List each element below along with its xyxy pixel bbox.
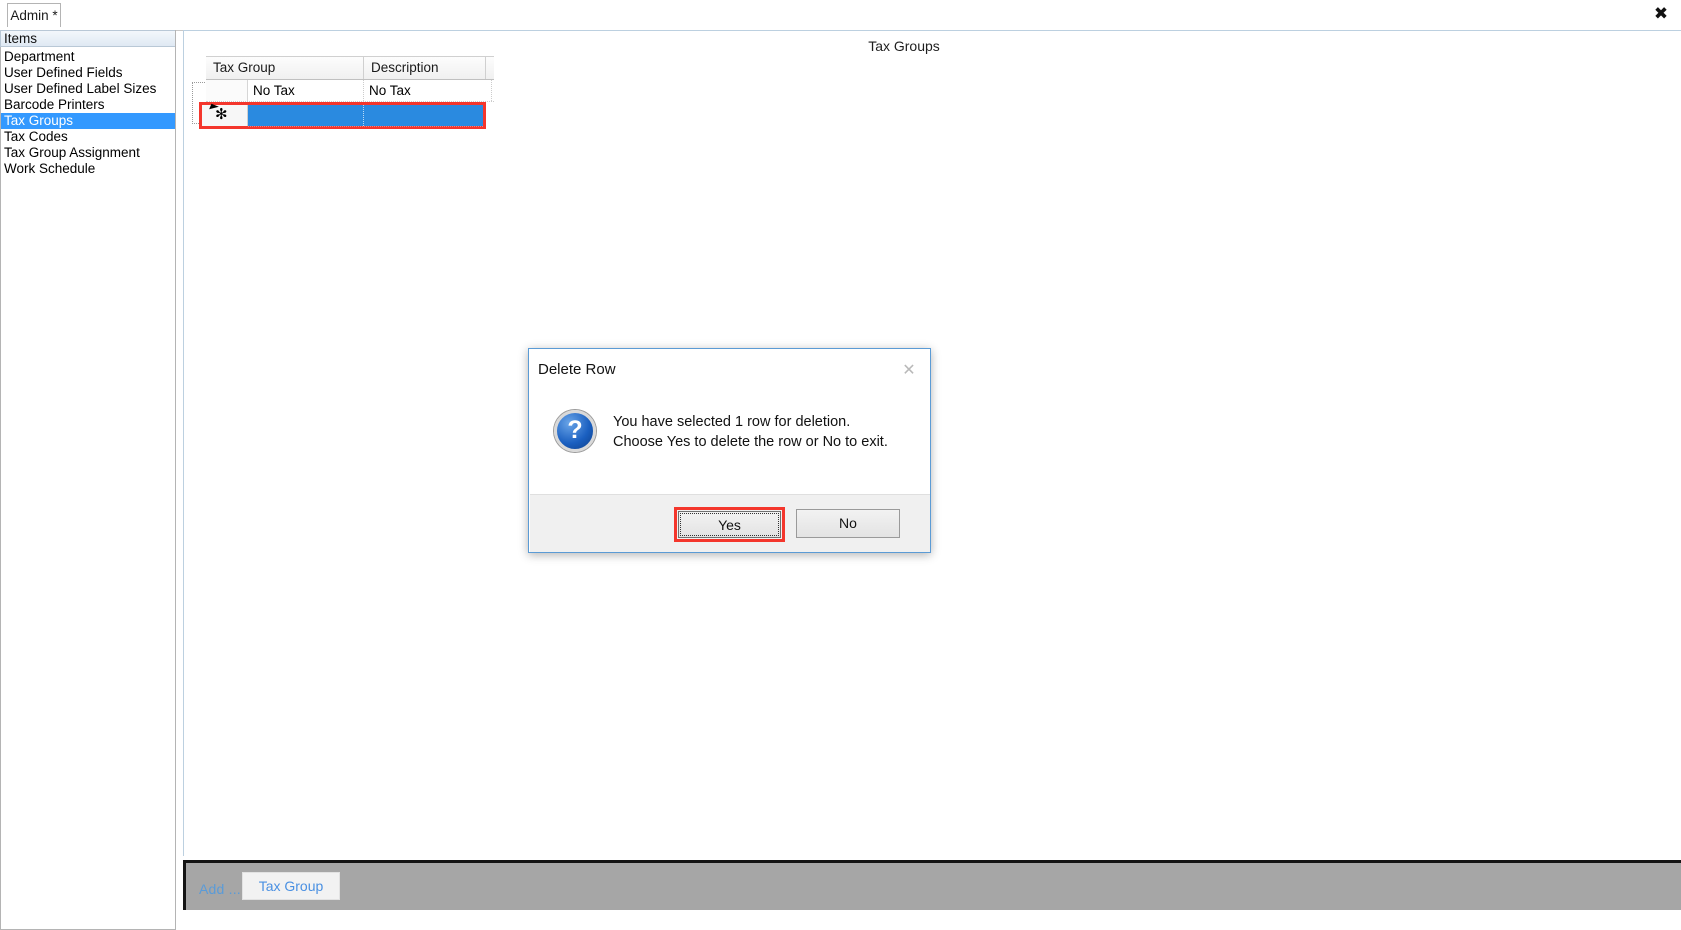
add-label[interactable]: Add ...	[199, 881, 241, 897]
cell-tax-group[interactable]: No Tax	[248, 80, 364, 101]
grid-column-header-description[interactable]: Description	[364, 57, 486, 79]
dialog-message-line-2: Choose Yes to delete the row or No to ex…	[613, 434, 888, 450]
table-row[interactable]: No Tax No Tax	[206, 80, 494, 102]
close-icon[interactable]: ✖	[1650, 3, 1672, 25]
delete-row-dialog: Delete Row ✕ ? You have selected 1 row f…	[528, 348, 931, 553]
sidebar-item-user-defined-label-sizes[interactable]: User Defined Label Sizes	[1, 81, 175, 97]
window-tab-strip: Admin * ✖	[0, 0, 1681, 31]
sidebar-header-label: Items	[0, 30, 176, 47]
tax-groups-grid: Tax Group Description No Tax No Tax	[206, 56, 494, 102]
yes-button[interactable]: Yes	[678, 511, 781, 538]
new-cell-tax-group[interactable]	[248, 105, 364, 126]
grid-header-row: Tax Group Description	[206, 56, 494, 80]
dialog-message-line-1: You have selected 1 row for deletion.	[613, 414, 851, 430]
yes-button-highlight: Yes	[674, 507, 785, 542]
dialog-title: Delete Row	[538, 361, 616, 378]
dialog-close-icon[interactable]: ✕	[900, 361, 918, 379]
sidebar-divider	[175, 30, 176, 910]
no-button[interactable]: No	[796, 509, 900, 538]
sidebar-item-tax-group-assignment[interactable]: Tax Group Assignment	[1, 145, 175, 161]
tab-admin[interactable]: Admin *	[7, 3, 61, 27]
bottom-action-bar: Add ... Tax Group	[183, 860, 1681, 910]
sidebar-item-tax-groups[interactable]: Tax Groups	[1, 113, 175, 129]
dialog-footer: Yes No	[530, 494, 930, 552]
row-gutter[interactable]	[206, 80, 248, 101]
tab-strip-filler	[61, 0, 1681, 29]
main-content-pane: Tax Groups Tax Group Description No Tax …	[183, 30, 1681, 856]
sidebar-item-list: Department User Defined Fields User Defi…	[0, 47, 176, 930]
sidebar-item-user-defined-fields[interactable]: User Defined Fields	[1, 65, 175, 81]
question-icon-glyph: ?	[567, 416, 583, 444]
sidebar-item-barcode-printers[interactable]: Barcode Printers	[1, 97, 175, 113]
table-row-new[interactable]: ✻	[202, 103, 483, 126]
page-title: Tax Groups	[868, 38, 940, 54]
dialog-message: You have selected 1 row for deletion. Ch…	[613, 412, 888, 452]
new-row-focus-underline	[248, 125, 483, 127]
sidebar-item-tax-codes[interactable]: Tax Codes	[1, 129, 175, 145]
new-row-highlight-box: ✻	[199, 102, 486, 129]
cell-description[interactable]: No Tax	[364, 80, 492, 101]
sidebar-item-department[interactable]: Department	[1, 49, 175, 65]
new-row-gutter[interactable]: ✻	[202, 103, 248, 126]
grid-column-header-tax-group[interactable]: Tax Group	[206, 57, 364, 79]
dialog-body: ? You have selected 1 row for deletion. …	[529, 393, 930, 493]
sidebar: Items Department User Defined Fields Use…	[0, 30, 176, 930]
sidebar-item-work-schedule[interactable]: Work Schedule	[1, 161, 175, 177]
question-icon: ?	[554, 410, 596, 452]
add-tax-group-button[interactable]: Tax Group	[242, 872, 340, 900]
new-cell-description[interactable]	[364, 105, 483, 126]
